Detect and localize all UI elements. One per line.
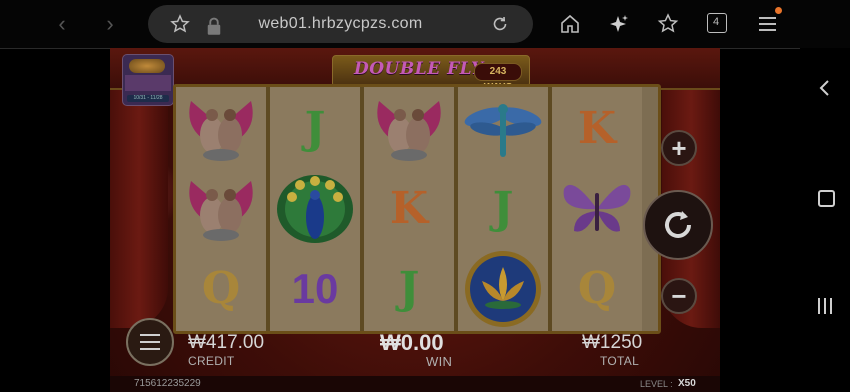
ten-symbol: 10: [291, 265, 339, 312]
credit-value: ₩417.00: [188, 332, 265, 353]
tabs-icon[interactable]: 4: [706, 12, 728, 34]
total-value: ₩1250: [582, 332, 643, 353]
back-arrow-icon[interactable]: ‹: [50, 12, 74, 36]
notification-dot: [775, 7, 782, 14]
lovebirds-symbol: [176, 89, 266, 169]
reload-icon[interactable]: [490, 14, 510, 34]
bet-increase-button[interactable]: +: [661, 130, 697, 166]
home-square-icon[interactable]: [818, 190, 835, 207]
q-symbol: Q: [201, 263, 241, 314]
q-symbol: Q: [577, 263, 617, 314]
bet-decrease-button[interactable]: −: [661, 278, 697, 314]
lovebirds-symbol: [176, 169, 266, 249]
ways-badge: 243 WAYS: [474, 63, 522, 93]
k-symbol: K: [389, 183, 429, 234]
game-logo: DOUBLE FLY 243 WAYS: [332, 51, 530, 93]
spin-icon: [665, 211, 691, 238]
game-title: DOUBLE FLY: [354, 59, 484, 79]
reel-1: Q: [176, 87, 266, 331]
address-bar[interactable]: web01.hrbzycpzs.com: [148, 5, 533, 43]
back-chevron-icon[interactable]: [817, 78, 833, 98]
game-footer: 715612235229 LEVEL : X50: [110, 376, 720, 392]
k-symbol: K: [577, 103, 617, 154]
spin-button[interactable]: [643, 190, 713, 260]
lotus-symbol: [458, 249, 548, 329]
lovebirds-symbol: [364, 89, 454, 169]
peacock-symbol: [270, 169, 360, 249]
event-date: 10/31 - 11/28: [127, 95, 169, 102]
reel-4: J: [458, 87, 548, 331]
system-navigation: [800, 48, 850, 392]
tab-count: 4: [712, 16, 720, 28]
status-bar: ₩417.00 CREDIT ₩0.00 WIN ₩1250 TOTAL: [110, 330, 720, 376]
level-value: X50: [678, 378, 696, 389]
favorites-icon[interactable]: [656, 12, 680, 36]
menu-icon[interactable]: [756, 12, 780, 36]
slot-game: DOUBLE FLY 243 WAYS 10/31 - 11/28 ✕: [110, 48, 720, 392]
recents-icon[interactable]: [817, 298, 833, 314]
reel-grid: Q J 10 K J J K Q: [173, 84, 661, 334]
event-promo-badge[interactable]: 10/31 - 11/28 ✕: [122, 54, 174, 106]
browser-toolbar: ‹ › web01.hrbzycpzs.com 4: [0, 0, 850, 49]
reel-3: K J: [364, 87, 454, 331]
win-value: ₩0.00: [380, 330, 444, 355]
j-symbol: J: [398, 263, 420, 314]
level-label: LEVEL :: [640, 379, 673, 389]
reel-5: K Q: [552, 87, 642, 331]
sparkle-icon[interactable]: [607, 12, 631, 36]
forward-arrow-icon[interactable]: ›: [98, 12, 122, 36]
account-id: 715612235229: [134, 378, 201, 389]
butterfly-symbol: [552, 169, 642, 249]
reel-2: J 10: [270, 87, 360, 331]
url-text: web01.hrbzycpzs.com: [258, 15, 423, 32]
total-label: TOTAL: [600, 354, 640, 368]
win-label: WIN: [426, 354, 453, 369]
home-icon[interactable]: [558, 12, 582, 36]
j-symbol: J: [304, 103, 326, 154]
credit-label: CREDIT: [188, 354, 235, 368]
dragonfly-symbol: [458, 89, 548, 169]
j-symbol: J: [492, 183, 514, 234]
